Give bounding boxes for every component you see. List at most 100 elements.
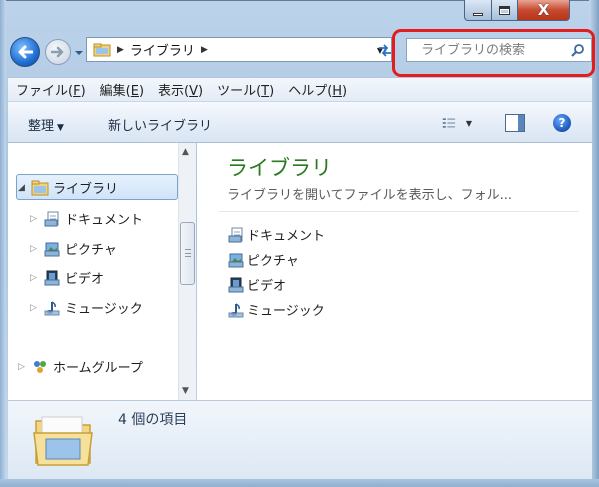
collapsed-arrow-icon[interactable]: ▷ bbox=[30, 244, 40, 254]
navigation-scrollbar[interactable]: ▲ ▼ bbox=[178, 143, 196, 400]
close-icon: X bbox=[537, 0, 550, 19]
sidebar-item-label: ミュージック bbox=[65, 302, 143, 317]
sidebar-item-label: ドキュメント bbox=[65, 213, 144, 228]
menu-label: 編集( bbox=[99, 84, 131, 99]
library-item-videos[interactable]: ビデオ bbox=[227, 275, 286, 294]
scrollbar-thumb[interactable] bbox=[180, 222, 195, 285]
breadcrumb-separator-icon[interactable]: ▶ bbox=[117, 45, 124, 55]
chevron-down-icon: ▼ bbox=[465, 118, 472, 128]
history-dropdown-icon[interactable] bbox=[74, 48, 84, 58]
library-item-music[interactable]: ミュージック bbox=[227, 300, 325, 319]
menu-edit[interactable]: 編集(E) bbox=[92, 80, 150, 99]
organize-button[interactable]: 整理 ▼ bbox=[28, 115, 64, 134]
minimize-icon bbox=[473, 12, 483, 16]
videos-icon bbox=[44, 270, 60, 285]
menu-accel-key: F bbox=[73, 84, 81, 99]
sidebar-item-library[interactable]: ◢ ライブラリ bbox=[18, 178, 118, 197]
homegroup-icon bbox=[34, 360, 46, 373]
music-icon bbox=[44, 300, 60, 315]
new-library-button[interactable]: 新しいライブラリ bbox=[108, 115, 212, 134]
library-item-label: ミュージック bbox=[247, 304, 325, 319]
window-bottom-border bbox=[0, 479, 599, 487]
command-bar: 整理 ▼ 新しいライブラリ ▼ ? bbox=[8, 101, 592, 143]
divider bbox=[219, 211, 579, 212]
library-item-label: ドキュメント bbox=[247, 229, 326, 244]
menu-label-tail: ) bbox=[80, 84, 86, 99]
sidebar-item-videos[interactable]: ▷ ビデオ bbox=[30, 268, 104, 287]
library-folder-icon bbox=[33, 416, 93, 466]
library-item-documents[interactable]: ドキュメント bbox=[227, 225, 325, 244]
collapsed-arrow-icon[interactable]: ▷ bbox=[18, 362, 28, 372]
scroll-grip-icon bbox=[185, 249, 191, 257]
breadcrumb-item-library[interactable]: ライブラリ bbox=[130, 40, 195, 59]
library-item-pictures[interactable]: ピクチャ bbox=[227, 250, 299, 269]
menu-label: ファイル( bbox=[16, 84, 74, 99]
preview-pane-button[interactable] bbox=[505, 114, 525, 132]
minimize-button[interactable] bbox=[464, 0, 492, 21]
caption-buttons: X bbox=[464, 0, 570, 21]
sidebar-item-documents[interactable]: ▷ ドキュメント bbox=[30, 209, 143, 228]
menu-bar: ファイル(F) 編集(E) 表示(V) ツール(T) ヘルプ(H) bbox=[8, 77, 592, 101]
menu-label-tail: ) bbox=[138, 84, 145, 99]
sidebar-item-homegroup[interactable]: ▷ ホームグループ bbox=[18, 357, 143, 376]
item-count: 4 個の項目 bbox=[118, 412, 188, 428]
collapsed-arrow-icon[interactable]: ▷ bbox=[30, 273, 40, 283]
menu-accel-key: T bbox=[261, 84, 270, 99]
maximize-button[interactable] bbox=[492, 0, 518, 21]
breadcrumb-separator-icon[interactable]: ▶ bbox=[201, 45, 208, 55]
forward-arrow-icon bbox=[51, 46, 64, 58]
scroll-down-arrow-icon[interactable]: ▼ bbox=[182, 386, 189, 396]
maximize-icon bbox=[499, 5, 510, 15]
menu-label-tail: ) bbox=[269, 84, 275, 99]
pictures-icon bbox=[44, 242, 60, 256]
menu-label-tail: ) bbox=[342, 84, 348, 99]
menu-label: ツール( bbox=[217, 84, 262, 99]
sidebar-item-label: ピクチャ bbox=[65, 243, 117, 258]
menu-label: ヘルプ( bbox=[288, 84, 333, 99]
organize-label: 整理 bbox=[28, 119, 55, 134]
menu-view[interactable]: 表示(V) bbox=[150, 80, 209, 99]
library-item-label: ピクチャ bbox=[247, 254, 299, 269]
details-pane: 4 個の項目 bbox=[8, 400, 592, 479]
back-arrow-icon bbox=[18, 45, 33, 59]
menu-help[interactable]: ヘルプ(H) bbox=[280, 80, 353, 99]
refresh-icon bbox=[379, 43, 391, 57]
sidebar-item-label: ホームグループ bbox=[53, 361, 143, 376]
sidebar-item-label: ライブラリ bbox=[53, 182, 119, 197]
library-folder-icon bbox=[93, 43, 111, 56]
menu-file[interactable]: ファイル(F) bbox=[8, 80, 92, 99]
view-options-icon bbox=[442, 118, 456, 128]
change-view-button[interactable]: ▼ bbox=[442, 115, 472, 131]
sidebar-item-label: ビデオ bbox=[65, 272, 105, 287]
chevron-down-icon: ▼ bbox=[57, 123, 64, 133]
documents-icon bbox=[44, 211, 59, 226]
search-highlight-annotation bbox=[392, 29, 595, 77]
menu-label-tail: ) bbox=[198, 84, 204, 99]
forward-button[interactable] bbox=[45, 39, 71, 65]
collapsed-arrow-icon[interactable]: ▷ bbox=[30, 303, 40, 313]
videos-icon bbox=[228, 277, 244, 292]
library-item-label: ビデオ bbox=[247, 279, 287, 294]
menu-tools[interactable]: ツール(T) bbox=[209, 80, 280, 99]
documents-icon bbox=[228, 227, 243, 242]
menu-accel-key: E bbox=[130, 84, 139, 99]
expanded-arrow-icon[interactable]: ◢ bbox=[18, 183, 28, 193]
page-title: ライブラリ bbox=[227, 156, 332, 180]
close-button[interactable]: X bbox=[518, 0, 570, 21]
scroll-up-arrow-icon[interactable]: ▲ bbox=[182, 147, 189, 157]
address-bar[interactable]: ▶ ライブラリ ▶ ▼ bbox=[86, 37, 392, 62]
menu-label: 表示( bbox=[158, 84, 190, 99]
collapsed-arrow-icon[interactable]: ▷ bbox=[30, 214, 40, 224]
menu-accel-key: H bbox=[332, 84, 343, 99]
library-icon bbox=[31, 180, 49, 195]
pictures-icon bbox=[228, 253, 244, 267]
sidebar-item-music[interactable]: ▷ ミュージック bbox=[30, 298, 143, 317]
music-icon bbox=[228, 302, 244, 317]
sidebar-item-pictures[interactable]: ▷ ピクチャ bbox=[30, 239, 117, 258]
content-pane: ライブラリ ライブラリを開いてファイルを表示し、フォル... ドキュメント ピク… bbox=[197, 143, 592, 400]
back-button[interactable] bbox=[10, 37, 40, 67]
library-description: ライブラリを開いてファイルを表示し、フォル... bbox=[227, 188, 513, 203]
help-button[interactable]: ? bbox=[553, 114, 571, 132]
navigation-pane: ◢ ライブラリ ▷ ドキュメント ▷ ピクチャ ▷ ビデオ ▷ ミュージック ▷… bbox=[8, 143, 196, 400]
menu-accel-key: V bbox=[189, 84, 198, 99]
